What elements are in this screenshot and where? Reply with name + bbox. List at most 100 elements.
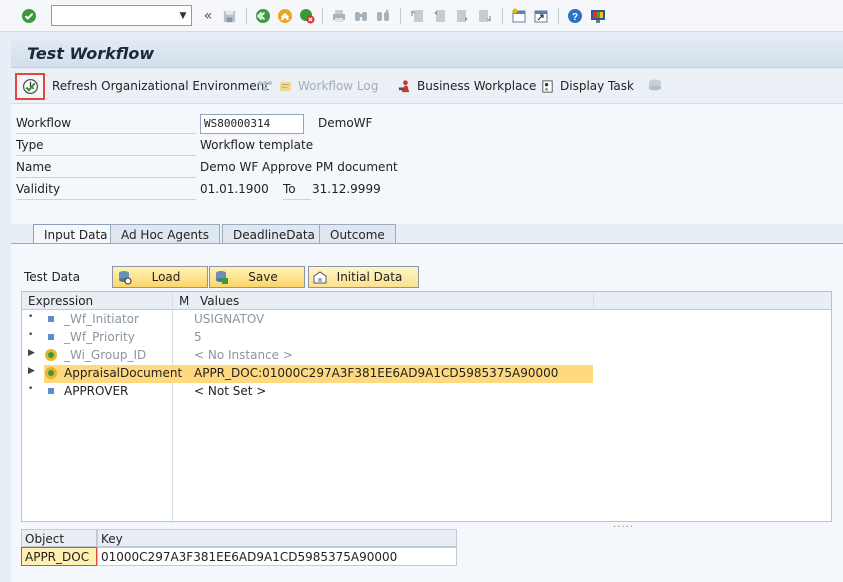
cancel-icon[interactable] [298, 7, 316, 25]
prev-page-icon[interactable] [431, 7, 449, 25]
workflow-header-form: Workflow WS80000314 DemoWF Type Workflow… [11, 104, 843, 224]
validity-to-label: To [283, 182, 311, 200]
splitter-handle[interactable]: ····· [11, 522, 843, 533]
name-row: Name Demo WF Approve PM document [16, 158, 836, 178]
new-session-icon[interactable] [510, 7, 528, 25]
grip-icon: ····· [613, 522, 634, 533]
title-bar: Test Workflow [11, 40, 843, 68]
tree-row-name: _Wf_Priority [64, 330, 135, 344]
tree-row-name: _Wf_Initiator [64, 312, 139, 326]
find-icon[interactable] [352, 7, 370, 25]
page-title: Test Workflow [27, 44, 155, 63]
name-label: Name [16, 160, 196, 178]
col-expression[interactable]: Expression [28, 294, 93, 308]
element-icon [48, 334, 54, 340]
business-object-icon [45, 367, 57, 379]
object-key-table: Object Type Key APPR_DOC 01000C297A3F381… [21, 529, 457, 569]
load-button[interactable]: Load [112, 266, 208, 288]
tab-input-data[interactable]: Input Data [33, 224, 119, 244]
workflow-label: Workflow [16, 116, 196, 134]
execute-icon [22, 78, 38, 95]
workflow-log-icon [279, 81, 292, 91]
bullet-icon: • [28, 312, 34, 322]
bullet-icon: • [28, 330, 34, 340]
col-values[interactable]: Values [200, 294, 239, 308]
tree-row-value: 5 [194, 330, 202, 344]
validity-from: 01.01.1900 [200, 182, 269, 196]
print-icon[interactable] [330, 7, 348, 25]
more-options-icon[interactable] [648, 79, 662, 94]
type-value: Workflow template [200, 138, 314, 152]
tree-row-value: < No Instance > [194, 348, 293, 362]
workflow-id-input[interactable]: WS80000314 [200, 114, 304, 134]
collapse-icon[interactable]: « [199, 7, 217, 25]
validity-to: 31.12.9999 [312, 182, 381, 196]
save-icon[interactable] [220, 7, 238, 25]
refresh-org-environment-button[interactable]: Refresh Organizational Environment [52, 76, 269, 96]
save-data-icon [216, 271, 228, 284]
business-workplace-button[interactable]: Business Workplace [397, 76, 536, 96]
workflow-log-button[interactable]: Workflow Log [257, 76, 378, 96]
back-icon[interactable] [254, 7, 272, 25]
input-data-panel: Test Data Load Save Initial Data Express… [11, 243, 843, 582]
test-data-label: Test Data [24, 270, 81, 284]
load-icon [119, 271, 132, 285]
find-next-icon[interactable] [374, 7, 392, 25]
initial-data-button[interactable]: Initial Data [308, 266, 419, 288]
tree-row-wi-group-id[interactable]: ▶ _Wi_Group_ID < No Instance > [22, 347, 831, 365]
tab-outcome[interactable]: Outcome [319, 224, 396, 244]
object-type-cell[interactable]: APPR_DOC [21, 547, 97, 566]
bullet-icon: • [28, 384, 34, 394]
validity-label: Validity [16, 182, 196, 200]
customize-icon[interactable] [589, 7, 607, 25]
first-page-icon[interactable] [409, 7, 427, 25]
business-workplace-icon [398, 79, 410, 92]
tree-row-value: APPR_DOC:01000C297A3F381EE6AD9A1CD598537… [194, 366, 559, 380]
object-key-cell[interactable]: 01000C297A3F381EE6AD9A1CD5985375A90000 [97, 547, 457, 566]
tree-row-name: APPROVER [64, 384, 129, 398]
tree-row-value: < Not Set > [194, 384, 267, 398]
svg-text:?: ? [572, 12, 578, 23]
system-toolbar: ▼ « ? [0, 0, 843, 32]
check-icon[interactable] [20, 7, 38, 25]
last-page-icon[interactable] [475, 7, 493, 25]
display-task-icon [542, 79, 553, 93]
validity-row: Validity 01.01.1900 To 31.12.9999 [16, 180, 836, 200]
tree-row-value: USIGNATOV [194, 312, 265, 326]
display-task-label: Display Task [560, 79, 634, 93]
tree-row-approver[interactable]: • APPROVER < Not Set > [22, 383, 831, 401]
tree-row-appraisal-document[interactable]: ▶ AppraisalDocument APPR_DOC:01000C297A3… [22, 365, 831, 383]
display-task-button[interactable]: Display Task [540, 76, 634, 96]
workflow-row: Workflow WS80000314 DemoWF [16, 114, 836, 134]
chevron-down-icon[interactable]: ▼ [175, 6, 191, 25]
next-page-icon[interactable] [453, 7, 471, 25]
business-object-icon [45, 349, 57, 361]
tab-deadline-data[interactable]: DeadlineData [222, 224, 326, 244]
type-label: Type [16, 138, 196, 156]
element-icon [48, 388, 54, 394]
tree-row-name: AppraisalDocument [64, 366, 183, 380]
col-object-type[interactable]: Object Type [21, 529, 97, 560]
execute-button[interactable] [15, 73, 45, 100]
tree-row-wf-initiator[interactable]: • _Wf_Initiator USIGNATOV [22, 311, 831, 329]
shortcut-icon[interactable] [532, 7, 550, 25]
type-row: Type Workflow template [16, 136, 836, 156]
tab-ad-hoc-agents[interactable]: Ad Hoc Agents [110, 224, 220, 244]
tree-header: Expression M Values [22, 292, 831, 310]
col-key[interactable]: Key [97, 529, 457, 547]
workflow-structure-icon [258, 81, 272, 91]
help-icon[interactable]: ? [566, 7, 584, 25]
exit-icon[interactable] [276, 7, 294, 25]
element-icon [48, 316, 54, 322]
refresh-org-environment-label: Refresh Organizational Environment [52, 79, 269, 93]
expand-arrow-icon[interactable]: ▶ [28, 348, 35, 358]
workflow-log-label: Workflow Log [298, 79, 379, 93]
command-field[interactable]: ▼ [51, 5, 192, 26]
business-workplace-label: Business Workplace [417, 79, 537, 93]
name-value: Demo WF Approve PM document [200, 160, 398, 174]
tree-row-wf-priority[interactable]: • _Wf_Priority 5 [22, 329, 831, 347]
application-toolbar: Refresh Organizational Environment Workf… [11, 68, 843, 104]
save-data-button[interactable]: Save [209, 266, 305, 288]
expression-tree: Expression M Values • _Wf_Initiator USIG… [21, 291, 832, 523]
expand-arrow-icon[interactable]: ▶ [28, 366, 35, 376]
